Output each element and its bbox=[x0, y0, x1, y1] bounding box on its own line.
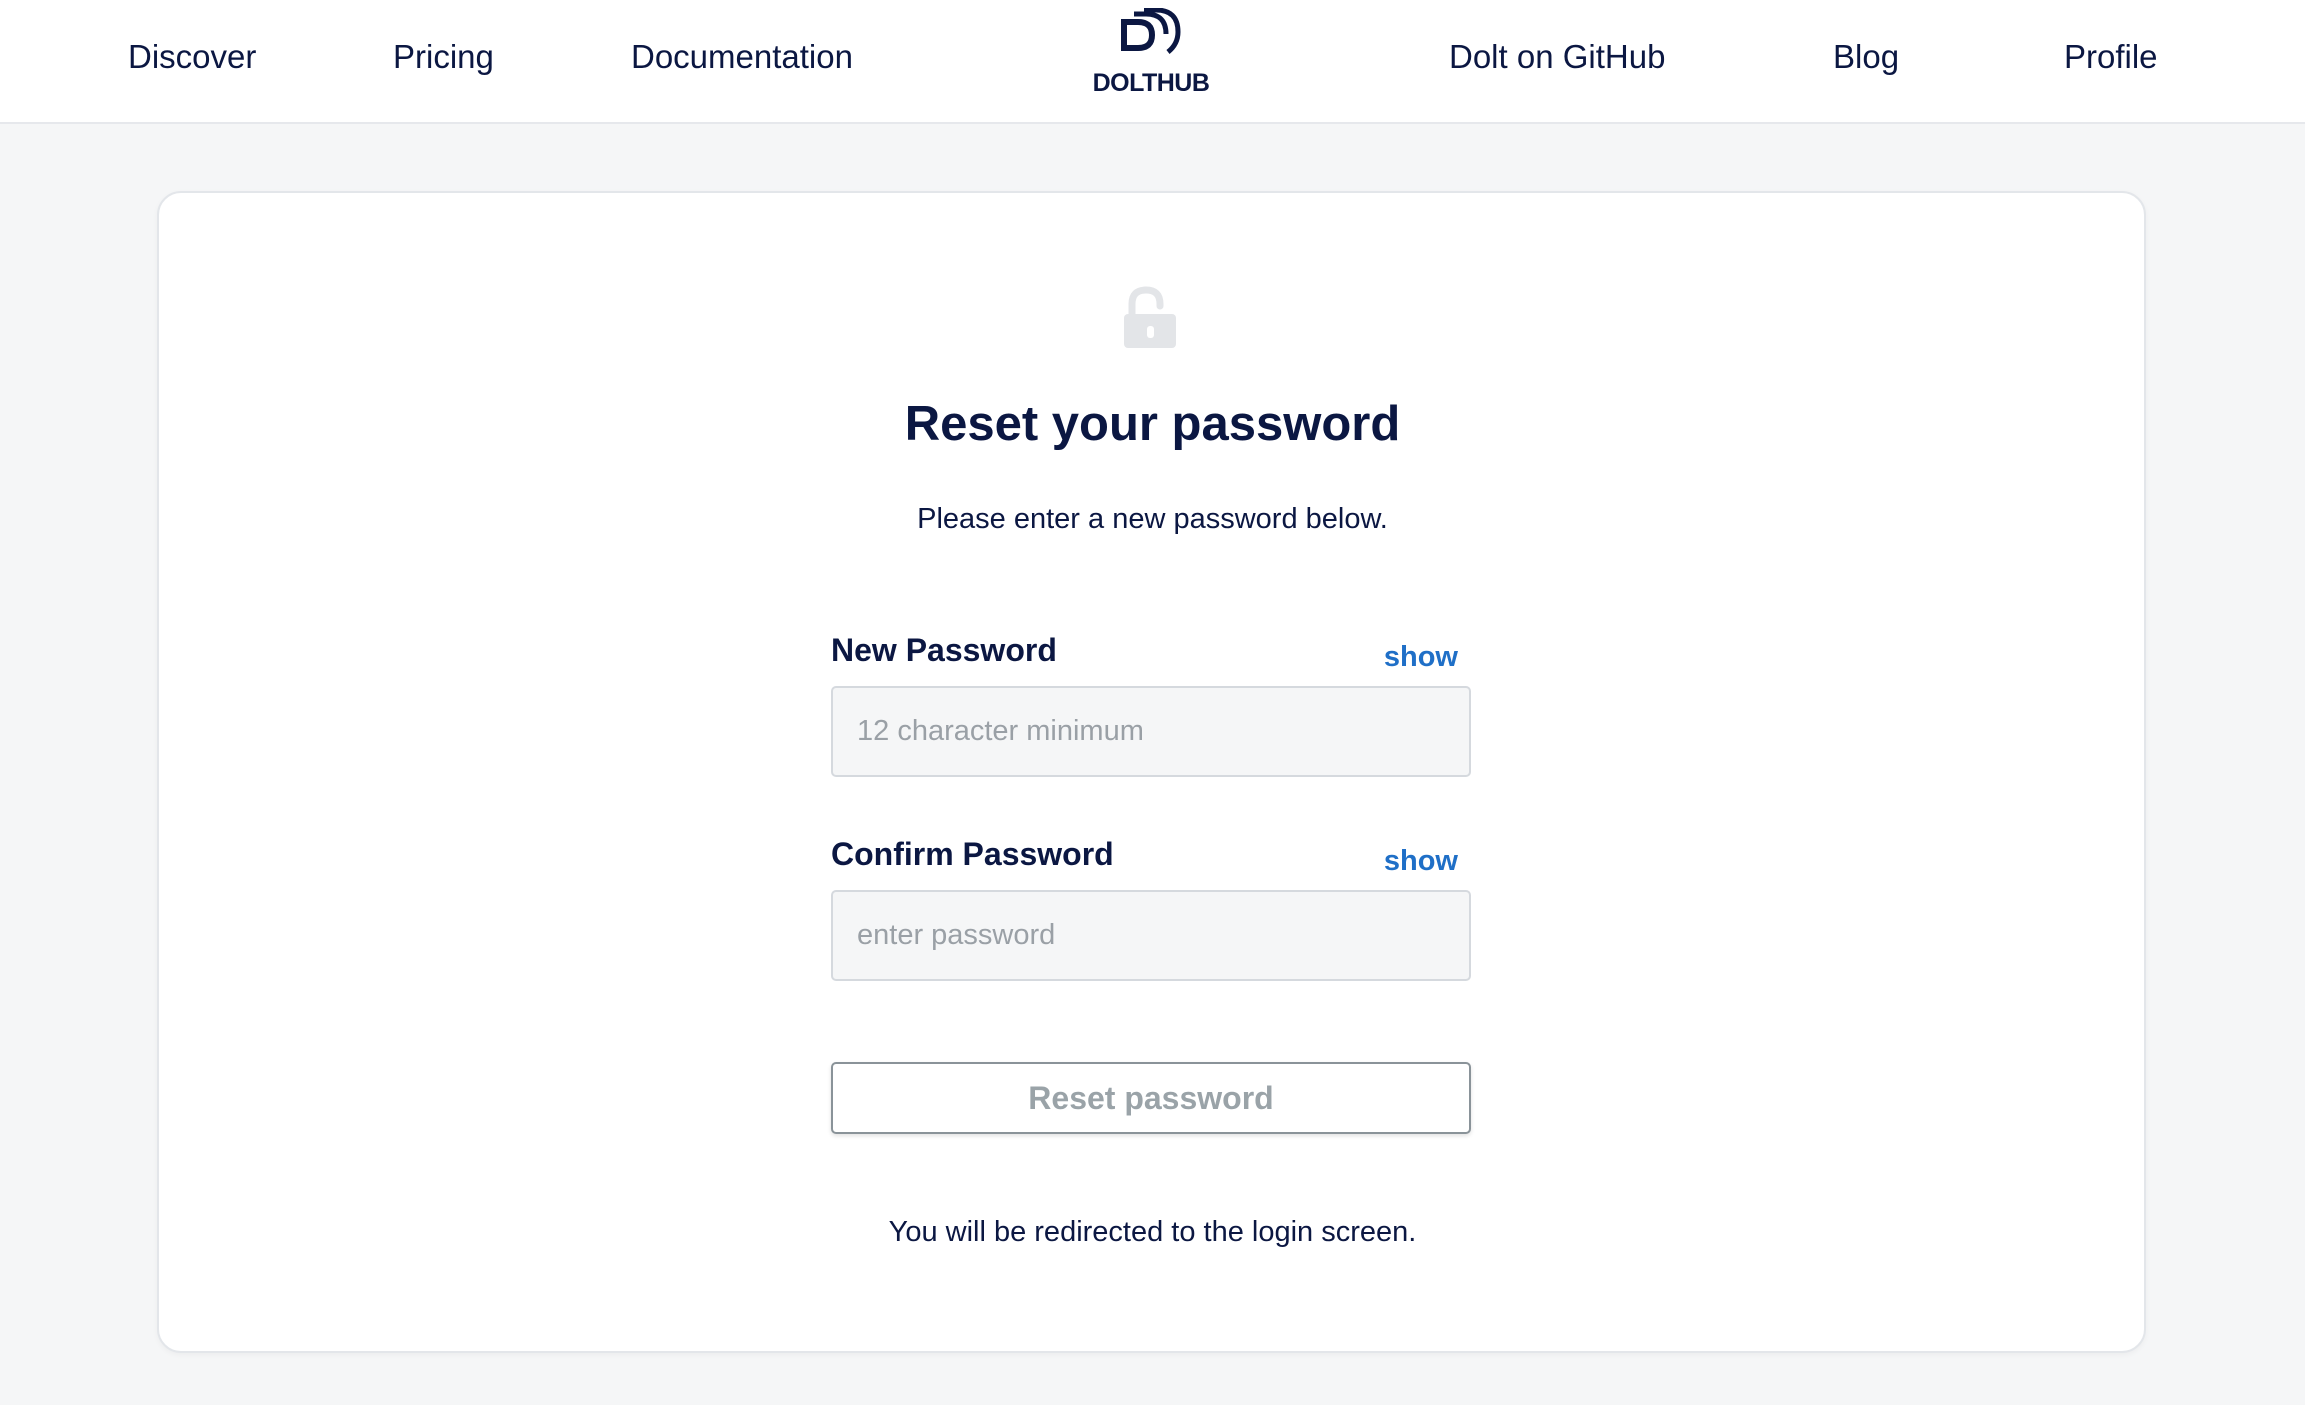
logo-wordmark: DOLTHUB bbox=[1092, 69, 1210, 97]
reset-password-button[interactable]: Reset password bbox=[831, 1062, 1471, 1134]
new-password-input[interactable] bbox=[831, 686, 1471, 777]
dolthub-logo-icon bbox=[1121, 8, 1181, 54]
nav-link-pricing[interactable]: Pricing bbox=[393, 38, 494, 76]
confirm-password-input[interactable] bbox=[831, 890, 1471, 981]
redirect-note: You will be redirected to the login scre… bbox=[888, 1216, 1417, 1248]
confirm-password-label: Confirm Password bbox=[831, 836, 1114, 872]
new-password-label: New Password bbox=[831, 632, 1057, 668]
nav-link-discover[interactable]: Discover bbox=[128, 38, 256, 76]
page-subtitle: Please enter a new password below. bbox=[917, 503, 1388, 535]
nav-link-blog[interactable]: Blog bbox=[1833, 38, 1899, 76]
dolthub-logo[interactable]: DOLTHUB bbox=[1090, 8, 1212, 108]
top-navbar: Discover Pricing Documentation DOLTHUB D… bbox=[0, 0, 2305, 124]
nav-link-dolt-on-github[interactable]: Dolt on GitHub bbox=[1449, 38, 1665, 76]
page-title: Reset your password bbox=[904, 397, 1401, 451]
nav-link-documentation[interactable]: Documentation bbox=[631, 38, 853, 76]
nav-link-profile[interactable]: Profile bbox=[2064, 38, 2158, 76]
confirm-password-show-toggle[interactable]: show bbox=[1384, 845, 1458, 878]
unlock-icon bbox=[1124, 286, 1176, 348]
new-password-show-toggle[interactable]: show bbox=[1384, 641, 1458, 674]
